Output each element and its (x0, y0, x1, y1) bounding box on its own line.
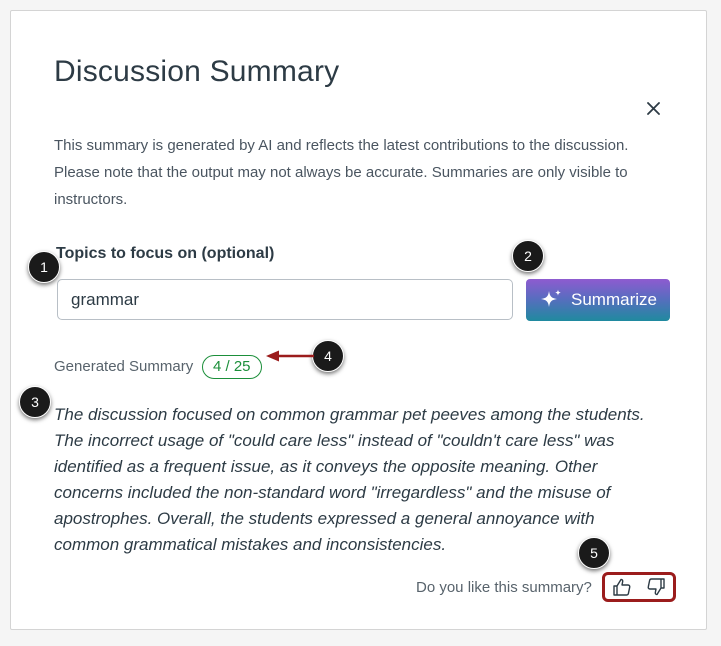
discussion-summary-dialog: Discussion Summary This summary is gener… (10, 10, 707, 630)
like-button[interactable] (610, 575, 634, 599)
generated-summary-label: Generated Summary (54, 358, 194, 375)
dislike-button[interactable] (644, 575, 668, 599)
dialog-description: This summary is generated by AI and refl… (54, 137, 629, 208)
callout-2: 2 (512, 240, 544, 272)
close-icon (646, 101, 660, 115)
callout-4: 4 (312, 340, 344, 372)
topics-label: Topics to focus on (optional) (56, 245, 275, 262)
thumbs-down-icon (647, 578, 665, 596)
annotation-arrow (266, 350, 314, 362)
callout-5: 5 (578, 537, 610, 569)
callout-1: 1 (28, 251, 60, 283)
summary-text: The discussion focused on common grammar… (54, 405, 645, 554)
thumbs-up-icon (613, 578, 631, 596)
callout-3: 3 (19, 386, 51, 418)
summarize-button-label: Summarize (571, 290, 657, 309)
topics-input[interactable] (57, 279, 513, 320)
dialog-title: Discussion Summary (54, 55, 340, 88)
sparkle-icon (541, 289, 562, 307)
feedback-question: Do you like this summary? (416, 579, 592, 596)
feedback-buttons (602, 572, 676, 602)
summarize-button[interactable]: Summarize (526, 279, 670, 321)
summary-count-badge: 4 / 25 (202, 355, 262, 379)
close-button[interactable] (642, 97, 664, 119)
